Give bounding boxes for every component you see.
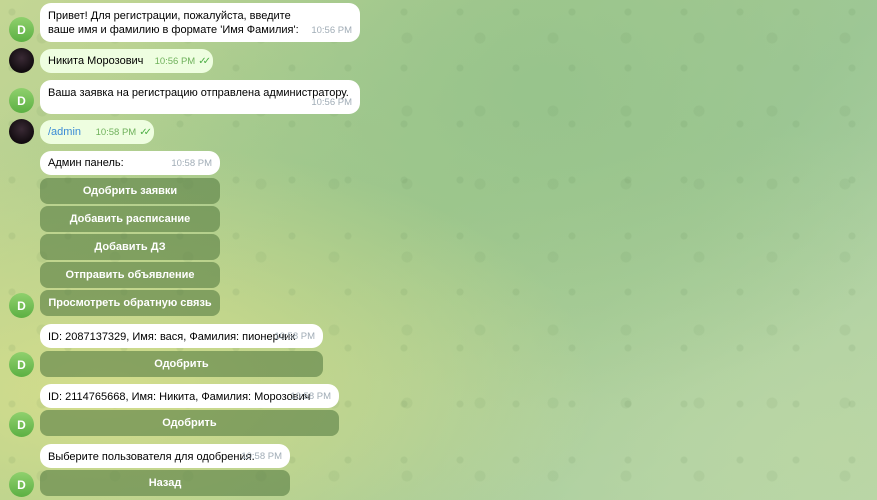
message-bubble: ID: 2114765668, Имя: Никита, Фамилия: Мо… [40, 384, 339, 408]
message-time: 10:58 PM [290, 391, 331, 402]
double-check-icon: ✓✓ [198, 56, 211, 67]
back-button[interactable]: Назад [40, 470, 290, 496]
bot-avatar[interactable]: D [9, 88, 34, 113]
user-avatar[interactable] [9, 119, 34, 144]
message-time: 10:56 PM [311, 97, 352, 108]
send-announcement-button[interactable]: Отправить объявление [40, 262, 220, 288]
bot-avatar[interactable]: D [9, 412, 34, 437]
add-homework-button[interactable]: Добавить ДЗ [40, 234, 220, 260]
message-bubble: ID: 2087137329, Имя: вася, Фамилия: пион… [40, 324, 323, 348]
message-text: Привет! Для регистрации, пожалуйста, вве… [48, 10, 299, 36]
message-bubble: Привет! Для регистрации, пожалуйста, вве… [40, 3, 360, 42]
message-time: 10:58 PM ✓✓ [95, 127, 152, 138]
message-text: Выберите пользователя для одобрения. [48, 451, 255, 463]
bot-avatar[interactable]: D [9, 17, 34, 42]
message-bubble-outgoing: /admin 10:58 PM ✓✓ [40, 120, 154, 144]
approve-user-button[interactable]: Одобрить [40, 410, 339, 436]
message-bubble: Выберите пользователя для одобрения. 10:… [40, 444, 290, 468]
message-bubble: Ваша заявка на регистрацию отправлена ад… [40, 80, 360, 114]
message-time: 10:58 PM [274, 331, 315, 342]
approve-user-button[interactable]: Одобрить [40, 351, 323, 377]
message-text: Ваша заявка на регистрацию отправлена ад… [48, 87, 349, 99]
command-link[interactable]: /admin [48, 126, 81, 138]
message-text: Никита Морозович [48, 55, 144, 67]
message-text: ID: 2114765668, Имя: Никита, Фамилия: Мо… [48, 391, 311, 403]
message-bubble: Админ панель: 10:58 PM [40, 151, 220, 175]
user-avatar[interactable] [9, 48, 34, 73]
message-text: Админ панель: [48, 157, 124, 169]
message-time: 10:58 PM [241, 451, 282, 462]
message-time: 10:56 PM [311, 25, 352, 36]
add-schedule-button[interactable]: Добавить расписание [40, 206, 220, 232]
message-text: ID: 2087137329, Имя: вася, Фамилия: пион… [48, 331, 296, 343]
message-time: 10:58 PM [171, 158, 212, 169]
bot-avatar[interactable]: D [9, 352, 34, 377]
bot-avatar[interactable]: D [9, 472, 34, 497]
double-check-icon: ✓✓ [139, 127, 152, 138]
approve-requests-button[interactable]: Одобрить заявки [40, 178, 220, 204]
view-feedback-button[interactable]: Просмотреть обратную связь [40, 290, 220, 316]
message-bubble-outgoing: Никита Морозович 10:56 PM ✓✓ [40, 49, 213, 73]
bot-avatar[interactable]: D [9, 293, 34, 318]
message-time: 10:56 PM ✓✓ [154, 56, 211, 67]
